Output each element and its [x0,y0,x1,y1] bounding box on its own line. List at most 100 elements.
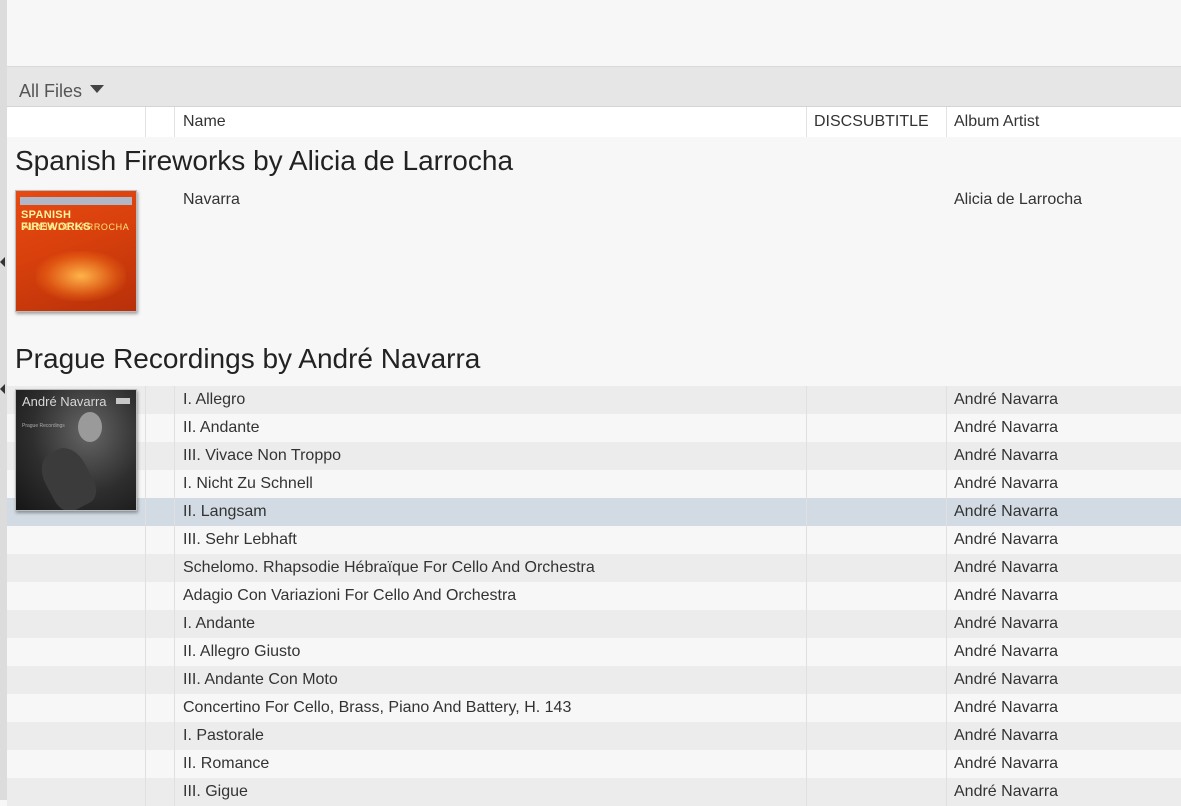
artwork-artist-text: ALICIA DE LARROCHA [23,222,130,232]
track-album-artist: André Navarra [954,531,1059,548]
album-artwork[interactable]: André Navarra Prague Recordings [15,389,137,511]
column-header-album-artist[interactable]: Album Artist [954,107,1039,137]
collapse-arrow-icon[interactable] [0,384,5,394]
track-album-artist: André Navarra [954,615,1059,632]
column-divider [806,666,807,694]
column-divider [174,526,175,554]
track-name: III. Sehr Lebhaft [183,531,297,548]
column-divider [806,526,807,554]
track-row[interactable]: I. Andante André Navarra [7,610,1181,638]
column-divider [145,750,146,778]
column-divider [145,554,146,582]
column-header-name[interactable]: Name [183,107,226,137]
column-divider [806,414,807,442]
column-divider [174,750,175,778]
track-album-artist: André Navarra [954,391,1059,408]
caret-down-icon [90,85,105,93]
column-divider [174,582,175,610]
column-divider [946,610,947,638]
column-divider [946,778,947,806]
column-divider [806,386,807,414]
track-row[interactable]: III. Andante Con Moto André Navarra [7,666,1181,694]
track-name: II. Romance [183,755,270,772]
column-header-discsubtitle[interactable]: DISCSUBTITLE [814,107,929,137]
column-divider [946,554,947,582]
track-album-artist: André Navarra [954,503,1059,520]
track-name: III. Andante Con Moto [183,671,338,688]
column-divider [145,666,146,694]
track-row[interactable]: Navarra Alicia de Larrocha [7,186,1181,214]
track-album-artist: André Navarra [954,475,1059,492]
column-divider [806,470,807,498]
column-divider [145,526,146,554]
left-edge-strip [0,0,7,800]
artwork-label-stripe [20,197,132,205]
column-divider [806,778,807,806]
track-row[interactable]: III. Sehr Lebhaft André Navarra [7,526,1181,554]
column-divider [806,610,807,638]
column-divider [806,694,807,722]
column-divider [946,470,947,498]
column-divider [145,722,146,750]
column-divider [145,442,146,470]
all-files-dropdown[interactable]: All Files [19,79,105,103]
column-divider [145,498,146,526]
column-divider [174,470,175,498]
track-album-artist: André Navarra [954,587,1059,604]
column-divider [946,722,947,750]
track-name: II. Langsam [183,503,267,520]
track-row[interactable]: II. Romance André Navarra [7,750,1181,778]
column-divider [806,498,807,526]
column-divider[interactable] [806,107,807,137]
column-divider[interactable] [946,107,947,137]
track-row[interactable]: I. Pastorale André Navarra [7,722,1181,750]
column-divider [946,386,947,414]
track-album-artist: André Navarra [954,699,1059,716]
file-list: Spanish Fireworks by Alicia de Larrocha … [7,137,1181,806]
track-name: III. Vivace Non Troppo [183,447,342,464]
column-divider [174,722,175,750]
column-divider [145,694,146,722]
column-divider [946,498,947,526]
track-row[interactable]: III. Gigue André Navarra [7,778,1181,806]
column-divider[interactable] [174,107,175,137]
group-title: Spanish Fireworks by Alicia de Larrocha [15,145,514,176]
column-divider [174,638,175,666]
column-divider [946,750,947,778]
track-row[interactable]: III. Vivace Non Troppo André Navarra [7,442,1181,470]
column-divider [806,554,807,582]
track-album-artist: André Navarra [954,671,1059,688]
track-row[interactable]: Concertino For Cello, Brass, Piano And B… [7,694,1181,722]
track-row-selected[interactable]: II. Langsam André Navarra [7,498,1181,526]
column-divider [145,470,146,498]
track-album-artist: André Navarra [954,755,1059,772]
column-divider [145,386,146,414]
column-divider [946,582,947,610]
column-divider [145,582,146,610]
track-row[interactable]: I. Nicht Zu Schnell André Navarra [7,470,1181,498]
track-row[interactable]: I. Allegro André Navarra [7,386,1181,414]
track-row[interactable]: II. Andante André Navarra [7,414,1181,442]
track-album-artist: André Navarra [954,727,1059,744]
collapse-arrow-icon[interactable] [0,257,5,267]
column-divider [806,638,807,666]
track-album-artist: André Navarra [954,447,1059,464]
filter-bar: All Files [7,66,1181,107]
track-name: I. Nicht Zu Schnell [183,475,313,492]
column-divider [806,442,807,470]
track-album-artist: André Navarra [954,783,1059,800]
group-title: Prague Recordings by André Navarra [15,343,481,374]
track-row[interactable]: Adagio Con Variazioni For Cello And Orch… [7,582,1181,610]
track-row[interactable]: Schelomo. Rhapsodie Hébraïque For Cello … [7,554,1181,582]
all-files-label: All Files [19,80,83,101]
column-divider[interactable] [145,107,146,137]
column-header-row: Name DISCSUBTITLE Album Artist [7,106,1181,138]
album-artwork[interactable]: SPANISH FIREWORKS ALICIA DE LARROCHA [15,190,137,312]
track-row[interactable]: II. Allegro Giusto André Navarra [7,638,1181,666]
column-divider [145,414,146,442]
track-album-artist: Alicia de Larrocha [954,191,1083,208]
artwork-title-text: André Navarra [22,394,107,409]
track-name: Schelomo. Rhapsodie Hébraïque For Cello … [183,559,595,576]
track-name: I. Allegro [183,391,246,408]
track-album-artist: André Navarra [954,419,1059,436]
